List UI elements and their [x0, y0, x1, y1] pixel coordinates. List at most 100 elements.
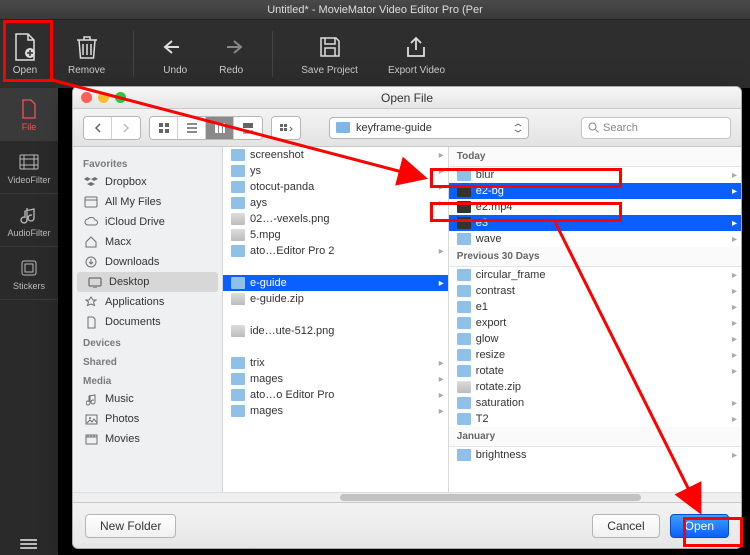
folder-icon — [231, 357, 245, 369]
folder-icon — [457, 349, 471, 361]
view-coverflow-mode[interactable] — [234, 117, 262, 139]
sidebar-item-movies[interactable]: Movies — [73, 429, 222, 449]
list-item[interactable]: 5.mpg — [223, 227, 448, 243]
list-item[interactable]: T2▸ — [449, 411, 741, 427]
horizontal-scrollbar[interactable] — [73, 492, 741, 502]
search-field[interactable]: Search — [581, 117, 731, 139]
zoom-window-icon[interactable] — [115, 92, 126, 103]
view-column-mode[interactable] — [206, 117, 234, 139]
close-window-icon[interactable] — [81, 92, 92, 103]
list-item[interactable]: export▸ — [449, 315, 741, 331]
window-controls[interactable] — [81, 92, 126, 103]
list-item[interactable]: e1▸ — [449, 299, 741, 315]
tab-file[interactable]: File — [0, 88, 58, 141]
sidebar-item-documents[interactable]: Documents — [73, 312, 222, 332]
list-item[interactable]: rotate▸ — [449, 363, 741, 379]
bottom-menu-button[interactable] — [0, 533, 58, 555]
sidebar-item-dropbox[interactable]: Dropbox — [73, 172, 222, 192]
tab-audio-filter[interactable]: AudioFilter — [0, 194, 58, 247]
list-item[interactable]: ato…o Editor Pro▸ — [223, 387, 448, 403]
folder-icon — [457, 397, 471, 409]
remove-label: Remove — [68, 65, 105, 76]
list-item[interactable]: brightness▸ — [449, 447, 741, 463]
list-item[interactable]: otocut-panda▸ — [223, 179, 448, 195]
list-item-selected[interactable]: e2-bg▸ — [449, 183, 741, 199]
cloud-icon — [83, 215, 99, 229]
nav-back-button[interactable] — [84, 117, 112, 139]
tab-stickers[interactable]: Stickers — [0, 247, 58, 300]
file-plus-icon — [12, 33, 38, 61]
list-item[interactable] — [223, 259, 448, 275]
list-item[interactable]: e-guide.zip — [223, 291, 448, 307]
export-video-button[interactable]: Export Video — [382, 29, 451, 80]
audio-filter-icon — [0, 204, 58, 226]
folder-icon — [231, 149, 245, 161]
list-item[interactable]: blur▸ — [449, 167, 741, 183]
minimize-window-icon[interactable] — [98, 92, 109, 103]
list-item[interactable]: resize▸ — [449, 347, 741, 363]
list-item[interactable]: 02…-vexels.png — [223, 211, 448, 227]
open-confirm-button[interactable]: Open — [670, 514, 729, 538]
list-item[interactable]: mages▸ — [223, 371, 448, 387]
folder-icon — [457, 333, 471, 345]
all-files-icon — [83, 195, 99, 209]
list-item[interactable]: ays▸ — [223, 195, 448, 211]
open-button[interactable]: Open — [6, 29, 44, 80]
sidebar-item-desktop[interactable]: Desktop — [77, 272, 218, 292]
save-project-button[interactable]: Save Project — [295, 29, 364, 80]
view-icon-mode[interactable] — [150, 117, 178, 139]
list-item[interactable]: circular_frame▸ — [449, 267, 741, 283]
sidebar-item-downloads[interactable]: Downloads — [73, 252, 222, 272]
list-item[interactable]: screenshot▸ — [223, 147, 448, 163]
view-list-mode[interactable] — [178, 117, 206, 139]
list-item[interactable]: ato…Editor Pro 2▸ — [223, 243, 448, 259]
list-item[interactable]: mages▸ — [223, 403, 448, 419]
sidebar-item-photos[interactable]: Photos — [73, 409, 222, 429]
undo-button[interactable]: Undo — [156, 29, 194, 80]
scrollbar-thumb[interactable] — [340, 494, 641, 501]
sidebar-item-applications[interactable]: Applications — [73, 292, 222, 312]
sidebar-item-icloud[interactable]: iCloud Drive — [73, 212, 222, 232]
folder-icon — [231, 389, 245, 401]
dropbox-icon — [83, 175, 99, 189]
arrange-segment[interactable] — [271, 116, 301, 140]
sidebar-item-all-my-files[interactable]: All My Files — [73, 192, 222, 212]
list-item[interactable]: ys▸ — [223, 163, 448, 179]
music-icon — [83, 392, 99, 406]
arrange-button[interactable] — [272, 117, 300, 139]
list-item-selected[interactable]: e3▸ — [449, 215, 741, 231]
dialog-title: Open File — [381, 91, 433, 105]
main-toolbar: Open Remove Undo Redo Save Project Expor… — [0, 20, 750, 88]
list-item[interactable] — [223, 339, 448, 355]
redo-button[interactable]: Redo — [212, 29, 250, 80]
new-folder-button[interactable]: New Folder — [85, 514, 176, 538]
list-item[interactable]: trix▸ — [223, 355, 448, 371]
cancel-button[interactable]: Cancel — [592, 514, 659, 538]
sidebar-item-music[interactable]: Music — [73, 389, 222, 409]
video-icon — [457, 217, 471, 229]
nav-back-forward[interactable] — [83, 116, 141, 140]
list-item[interactable]: contrast▸ — [449, 283, 741, 299]
path-dropdown[interactable]: keyframe-guide — [329, 117, 529, 139]
tab-video-filter[interactable]: VideoFilter — [0, 141, 58, 194]
view-mode-segment[interactable] — [149, 116, 263, 140]
list-item-selected[interactable]: e-guide▸ — [223, 275, 448, 291]
nav-forward-button[interactable] — [112, 117, 140, 139]
sidebar-heading-favorites: Favorites — [73, 153, 222, 172]
folder-icon — [231, 181, 245, 193]
stickers-icon — [0, 257, 58, 279]
list-item[interactable]: e2.mp4 — [449, 199, 741, 215]
sidebar-item-macx[interactable]: Macx — [73, 232, 222, 252]
chevron-updown-icon — [514, 123, 522, 133]
list-item[interactable] — [223, 307, 448, 323]
remove-button[interactable]: Remove — [62, 29, 111, 80]
list-item[interactable]: rotate.zip — [449, 379, 741, 395]
list-item[interactable]: wave▸ — [449, 231, 741, 247]
folder-icon — [231, 405, 245, 417]
browser-column-1[interactable]: screenshot▸ ys▸ otocut-panda▸ ays▸ 02…-v… — [223, 147, 449, 492]
list-item[interactable]: saturation▸ — [449, 395, 741, 411]
list-item[interactable]: ide…ute-512.png — [223, 323, 448, 339]
list-item[interactable]: glow▸ — [449, 331, 741, 347]
folder-icon — [231, 373, 245, 385]
browser-column-2[interactable]: Today blur▸ e2-bg▸ e2.mp4 e3▸ wave▸ Prev… — [449, 147, 741, 492]
